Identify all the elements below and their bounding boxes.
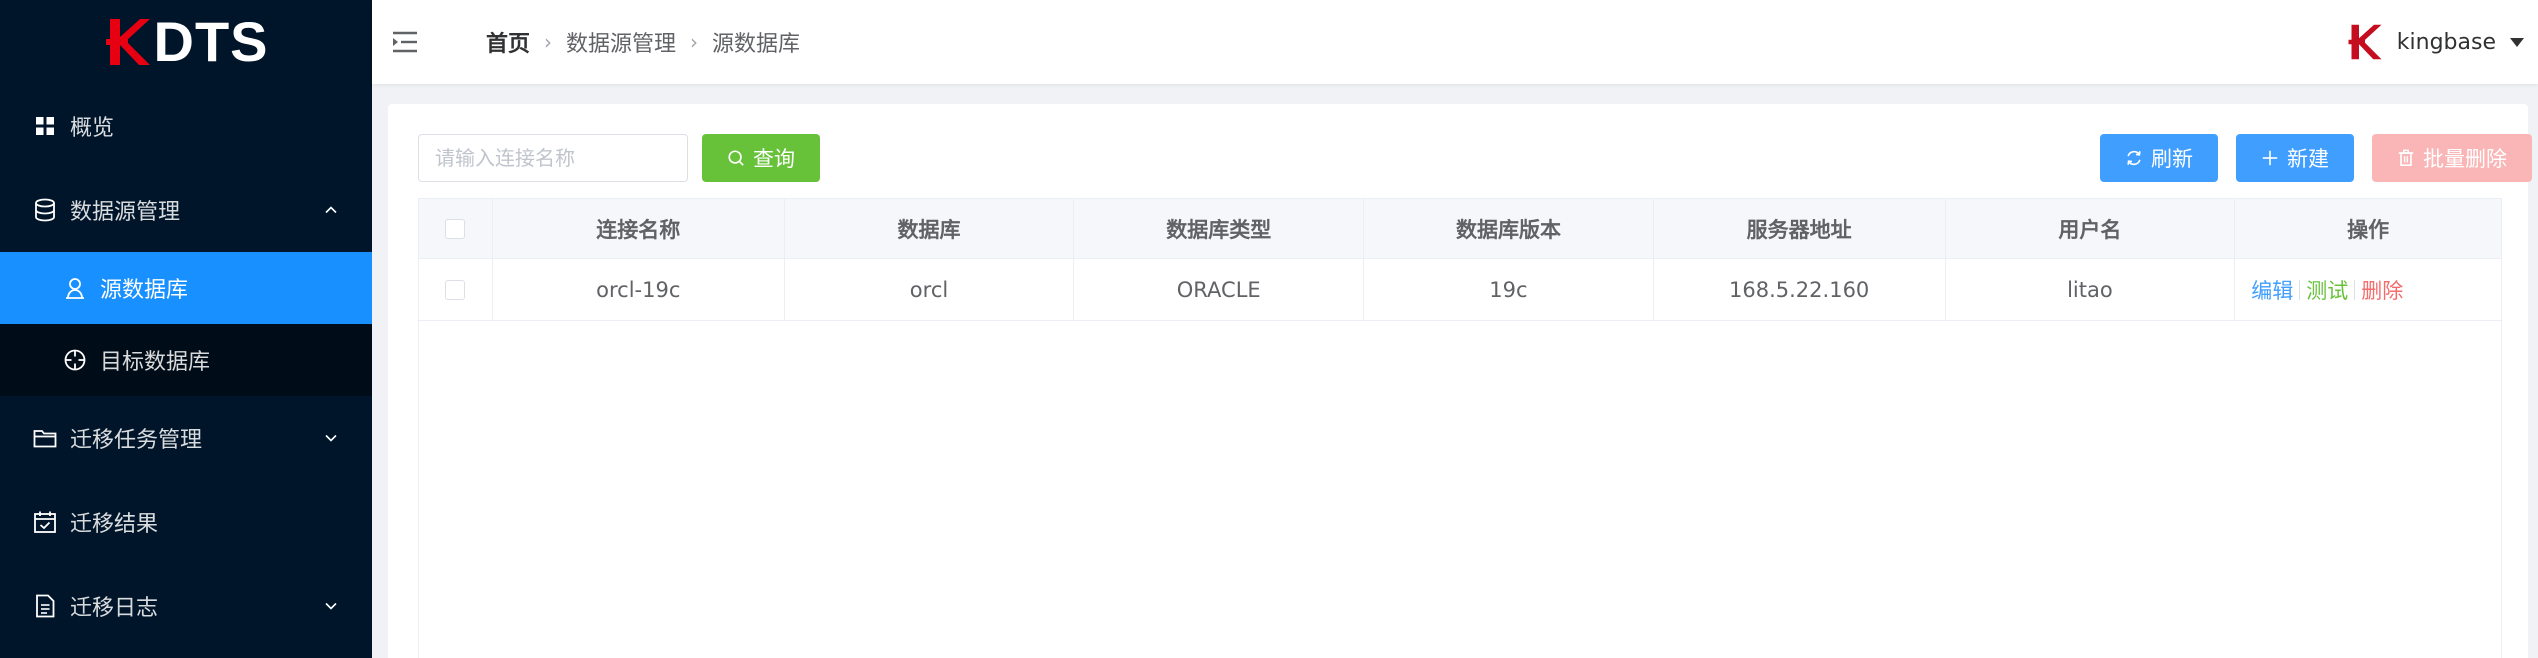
- column-header-database-type: 数据库类型: [1074, 199, 1365, 258]
- sidebar-item-overview[interactable]: 概览: [0, 84, 372, 168]
- bulk-delete-button-label: 批量删除: [2423, 147, 2507, 171]
- sidebar-item-label: 目标数据库: [100, 350, 211, 375]
- sidebar-item-migration-task-management[interactable]: 迁移任务管理: [0, 396, 372, 480]
- header-checkbox-cell: [419, 199, 493, 258]
- sidebar-item-label: 概览: [70, 116, 115, 141]
- folder-icon: [32, 425, 58, 451]
- column-header-database: 数据库: [785, 199, 1075, 258]
- test-link[interactable]: 测试: [2306, 275, 2348, 305]
- cell-connection-name: orcl-19c: [493, 259, 785, 320]
- kingbase-avatar-icon: [2348, 24, 2382, 60]
- calendar-check-icon: [32, 509, 58, 535]
- sidebar-item-label: 数据源管理: [70, 200, 181, 225]
- sidebar-item-label: 迁移结果: [70, 512, 159, 537]
- column-header-database-version: 数据库版本: [1364, 199, 1654, 258]
- column-header-server-address: 服务器地址: [1654, 199, 1946, 258]
- target-icon: [62, 347, 88, 373]
- new-button-label: 新建: [2287, 147, 2329, 171]
- document-icon: [32, 593, 58, 619]
- breadcrumb-datasource-management[interactable]: 数据源管理: [566, 26, 676, 58]
- delete-link[interactable]: 删除: [2361, 275, 2403, 305]
- sidebar-item-migration-result[interactable]: 迁移结果: [0, 480, 372, 564]
- sidebar-item-datasource-management[interactable]: 数据源管理: [0, 168, 372, 252]
- sidebar-item-source-database[interactable]: 源数据库: [0, 252, 372, 324]
- refresh-button-label: 刷新: [2151, 147, 2193, 171]
- select-all-checkbox[interactable]: [445, 218, 466, 239]
- datasource-table: 连接名称 数据库 数据库类型 数据库版本 服务器地址 用户名 操作 orcl-1…: [418, 198, 2502, 658]
- new-button[interactable]: 新建: [2236, 134, 2354, 182]
- action-divider: [2299, 279, 2301, 300]
- edit-link[interactable]: 编辑: [2251, 275, 2293, 305]
- table-header: 连接名称 数据库 数据库类型 数据库版本 服务器地址 用户名 操作: [419, 199, 2501, 259]
- logo-text: DTS: [153, 10, 269, 73]
- cell-username: litao: [1946, 259, 2236, 320]
- connection-name-search-input[interactable]: [418, 134, 688, 182]
- cell-actions: 编辑 测试 删除: [2235, 259, 2501, 320]
- refresh-button[interactable]: 刷新: [2100, 134, 2218, 182]
- bulk-delete-button[interactable]: 批量删除: [2372, 134, 2532, 182]
- user-menu[interactable]: kingbase: [2347, 0, 2524, 84]
- column-header-connection-name: 连接名称: [493, 199, 785, 258]
- breadcrumb-source-database: 源数据库: [712, 32, 801, 57]
- chevron-up-icon: [322, 201, 340, 219]
- plus-icon: [2262, 150, 2278, 166]
- cell-database-version: 19c: [1364, 259, 1654, 320]
- breadcrumb-separator-icon: ›: [690, 30, 699, 54]
- chevron-down-icon: [322, 429, 340, 447]
- submenu-datasource: 源数据库 目标数据库: [0, 252, 372, 396]
- grid-icon: [32, 113, 58, 139]
- table-row: orcl-19c orcl ORACLE 19c 168.5.22.160 li…: [419, 259, 2501, 321]
- sidebar-item-migration-log[interactable]: 迁移日志: [0, 564, 372, 648]
- main-card: 查询 刷新 新建 批量删除 连接名称 数据库 数据库类型 数据库版本 服务器地址…: [388, 104, 2532, 658]
- database-icon: [32, 197, 58, 223]
- kingbase-logo-icon: [105, 19, 150, 65]
- action-divider: [2354, 279, 2356, 300]
- logo-mark: DTS: [104, 14, 269, 70]
- chevron-down-icon: [322, 597, 340, 615]
- trash-icon: [2398, 149, 2414, 167]
- breadcrumb-separator-icon: ›: [544, 30, 553, 54]
- user-name: kingbase: [2396, 29, 2496, 55]
- toolbar: 查询 刷新 新建 批量删除: [418, 134, 2532, 182]
- query-button-label: 查询: [753, 147, 795, 171]
- cell-database-type: ORACLE: [1074, 259, 1365, 320]
- row-checkbox-cell: [419, 259, 493, 320]
- refresh-icon: [2127, 150, 2141, 166]
- breadcrumb: 首页 › 数据源管理 › 源数据库: [486, 26, 800, 58]
- row-checkbox[interactable]: [445, 279, 466, 300]
- sidebar-item-target-database[interactable]: 目标数据库: [0, 324, 372, 396]
- app-logo[interactable]: DTS: [0, 0, 372, 84]
- column-header-username: 用户名: [1946, 199, 2236, 258]
- menu-toggle-icon[interactable]: [390, 27, 420, 57]
- caret-down-icon: [2510, 37, 2524, 47]
- side-menu: 概览 数据源管理 源数据库 目标数据库 迁移任务管理 迁移结果 迁移日志: [0, 84, 372, 648]
- cell-database: orcl: [785, 259, 1075, 320]
- column-header-actions: 操作: [2347, 217, 2390, 242]
- user-icon: [62, 275, 88, 301]
- sidebar-item-label: 源数据库: [100, 278, 189, 303]
- sidebar: DTS 概览 数据源管理 源数据库 目标数据库 迁移任务管理 迁移结果 迁移日志: [0, 0, 372, 658]
- cell-server-address: 168.5.22.160: [1654, 259, 1946, 320]
- search-icon: [728, 150, 744, 166]
- sidebar-item-label: 迁移日志: [70, 596, 159, 621]
- top-header: 首页 › 数据源管理 › 源数据库 kingbase: [372, 0, 2538, 84]
- breadcrumb-home[interactable]: 首页: [486, 26, 530, 58]
- sidebar-item-label: 迁移任务管理: [70, 428, 203, 453]
- query-button[interactable]: 查询: [702, 134, 820, 182]
